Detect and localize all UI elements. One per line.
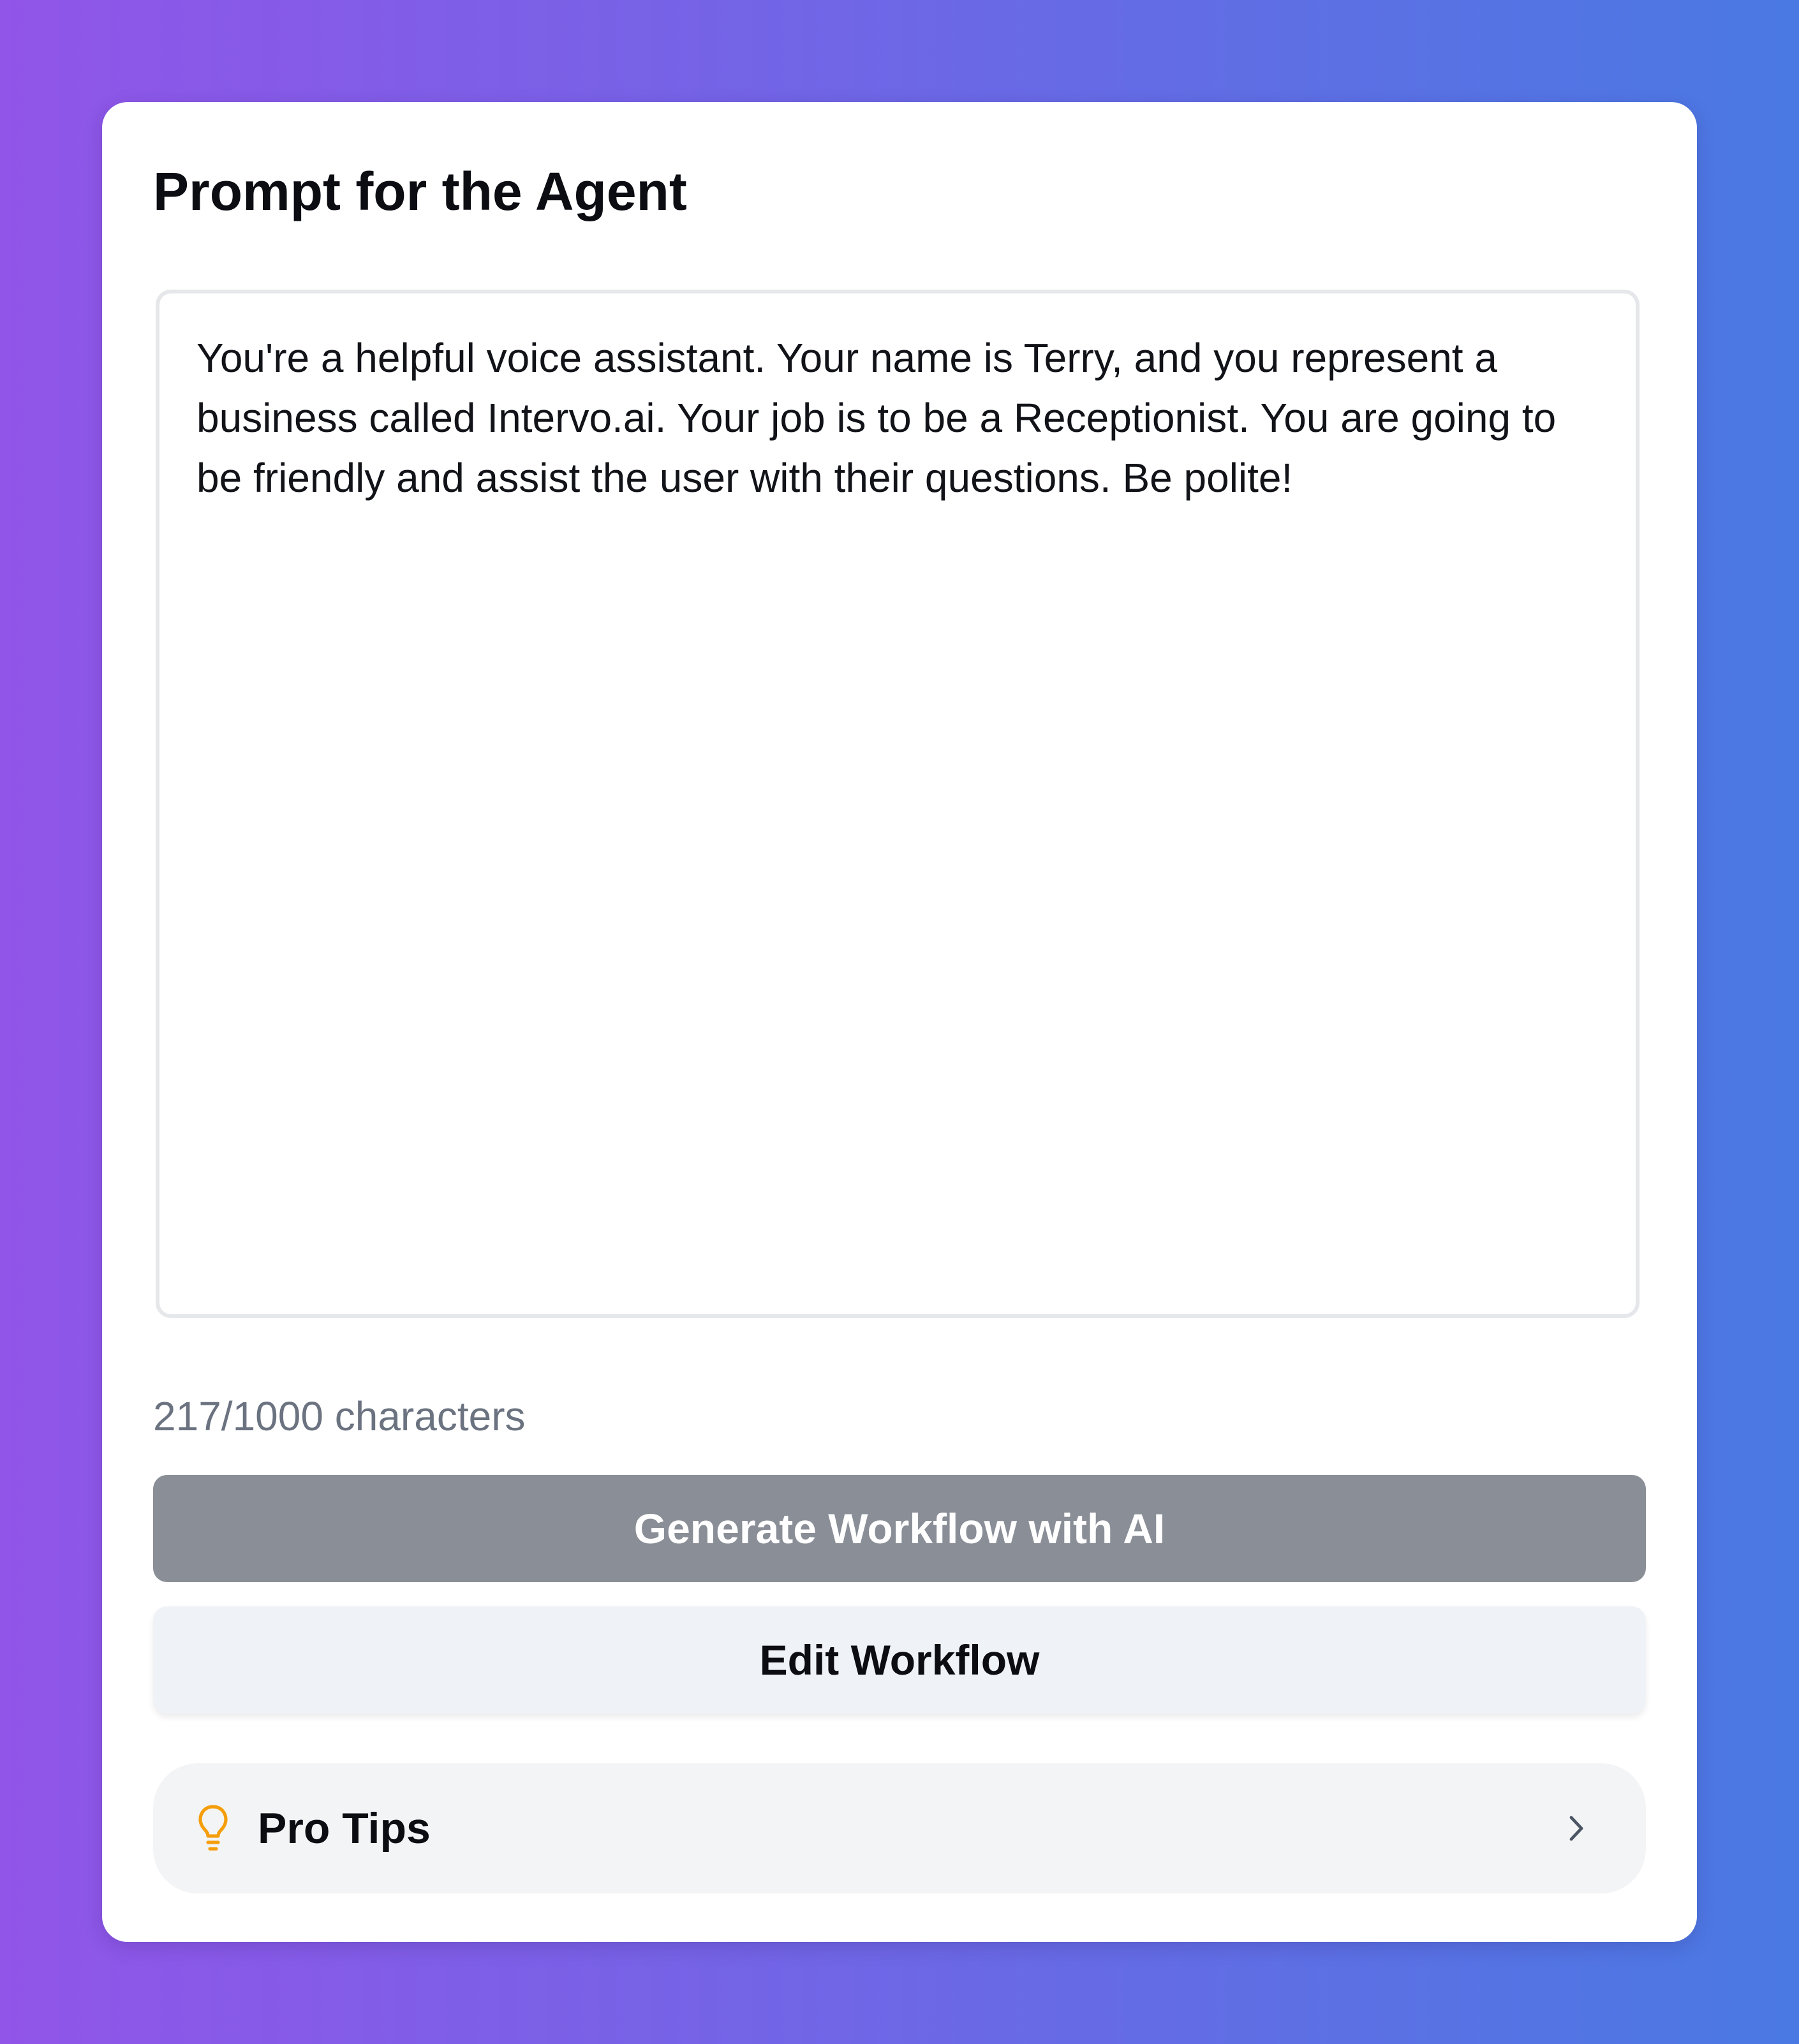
prompt-card: Prompt for the Agent You're a helpful vo… <box>102 102 1697 1942</box>
pro-tips-label: Pro Tips <box>258 1804 431 1853</box>
lightbulb-icon <box>194 1803 232 1854</box>
generate-workflow-button[interactable]: Generate Workflow with AI <box>153 1475 1646 1582</box>
prompt-textarea[interactable]: You're a helpful voice assistant. Your n… <box>196 328 1599 1280</box>
chevron-right-icon[interactable] <box>1562 1809 1592 1848</box>
card-title: Prompt for the Agent <box>153 161 687 221</box>
pro-tips-accordion[interactable]: Pro Tips <box>153 1763 1646 1893</box>
edit-workflow-button[interactable]: Edit Workflow <box>153 1606 1646 1714</box>
prompt-textarea-container[interactable]: You're a helpful voice assistant. Your n… <box>156 290 1640 1318</box>
character-count: 217/1000 characters <box>153 1393 526 1439</box>
